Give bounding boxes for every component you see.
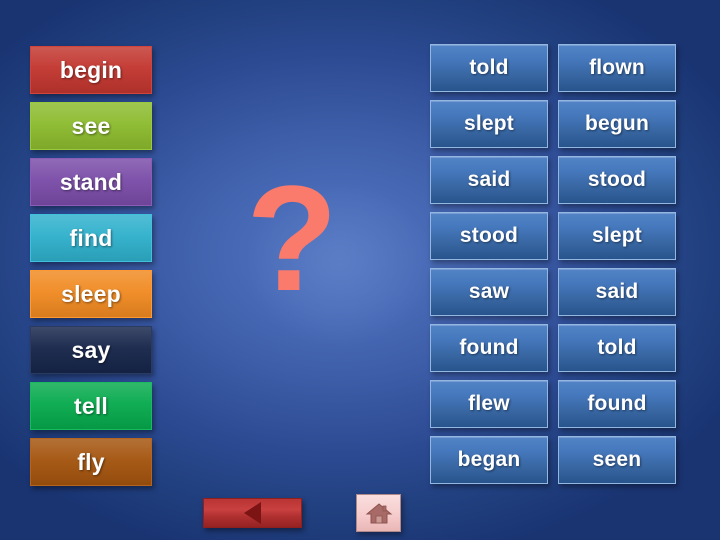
prompt-button-tell[interactable]: tell [30, 382, 152, 430]
answer-button-label: begun [585, 112, 649, 135]
answer-button-label: told [597, 336, 637, 359]
answer-button-slept-0-1[interactable]: slept [430, 100, 548, 148]
answer-button-said-0-2[interactable]: said [430, 156, 548, 204]
prompt-button-label: say [71, 336, 111, 363]
home-icon [365, 501, 393, 525]
answer-button-saw-0-4[interactable]: saw [430, 268, 548, 316]
answer-button-began-0-7[interactable]: began [430, 436, 548, 484]
answer-button-label: stood [459, 224, 519, 247]
answer-area: told slept said stood saw found flew began flown… [430, 44, 690, 484]
answer-button-label: began [457, 448, 521, 471]
answer-button-label: stood [587, 168, 647, 191]
slide-canvas: begin see stand find sleep say tell fly ? told s… [0, 0, 720, 540]
home-button[interactable] [356, 494, 401, 532]
answer-button-seen-1-7[interactable]: seen [558, 436, 676, 484]
prompt-button-see[interactable]: see [30, 102, 152, 150]
back-arrow-icon [244, 502, 261, 524]
prompt-button-stand[interactable]: stand [30, 158, 152, 206]
answer-button-label: slept [463, 112, 514, 135]
answer-button-begun-1-1[interactable]: begun [558, 100, 676, 148]
answer-button-found-0-5[interactable]: found [430, 324, 548, 372]
prompt-button-label: fly [77, 448, 105, 475]
prompt-button-fly[interactable]: fly [30, 438, 152, 486]
answer-button-told-1-5[interactable]: told [558, 324, 676, 372]
prompt-button-find[interactable]: find [30, 214, 152, 262]
prompt-button-label: begin [59, 56, 123, 83]
answer-button-found-1-6[interactable]: found [558, 380, 676, 428]
answer-button-label: found [587, 392, 647, 415]
prompt-button-label: see [71, 112, 111, 139]
answer-button-label: said [467, 168, 511, 191]
answer-button-label: flew [468, 392, 510, 415]
answer-button-label: saw [468, 280, 510, 303]
prompt-button-label: tell [73, 392, 109, 419]
prompt-button-sleep[interactable]: sleep [30, 270, 152, 318]
question-mark: ? [246, 154, 338, 322]
answer-button-stood-1-2[interactable]: stood [558, 156, 676, 204]
prompt-button-say[interactable]: say [30, 326, 152, 374]
answer-button-flew-0-6[interactable]: flew [430, 380, 548, 428]
answer-button-label: slept [591, 224, 642, 247]
answer-button-told-0-0[interactable]: told [430, 44, 548, 92]
back-button[interactable] [203, 498, 302, 528]
prompt-button-label: sleep [61, 280, 121, 307]
answer-button-label: seen [592, 448, 642, 471]
answer-button-stood-0-3[interactable]: stood [430, 212, 548, 260]
prompt-button-begin[interactable]: begin [30, 46, 152, 94]
answer-button-said-1-4[interactable]: said [558, 268, 676, 316]
answer-button-slept-1-3[interactable]: slept [558, 212, 676, 260]
answer-button-label: told [469, 56, 509, 79]
prompt-button-label: find [69, 224, 113, 251]
prompt-button-label: stand [59, 168, 123, 195]
answer-column-right: flown begun stood slept said told found seen [558, 44, 676, 484]
answer-button-label: flown [589, 56, 645, 79]
answer-button-label: said [595, 280, 639, 303]
answer-button-label: found [459, 336, 519, 359]
prompt-column: begin see stand find sleep say tell fly [30, 46, 152, 494]
answer-button-flown-1-0[interactable]: flown [558, 44, 676, 92]
answer-column-left: told slept said stood saw found flew began [430, 44, 548, 484]
